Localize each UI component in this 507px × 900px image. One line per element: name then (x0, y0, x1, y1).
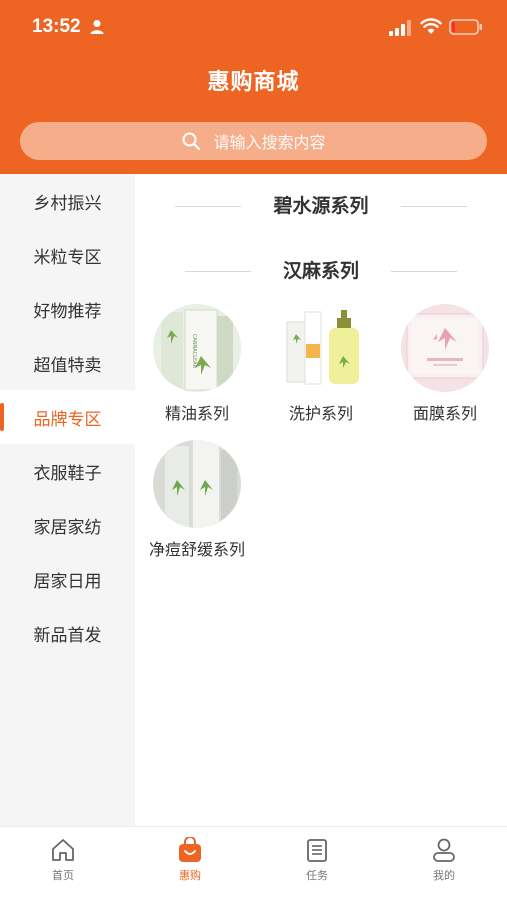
tab-home[interactable]: 首页 (0, 827, 126, 900)
sidebar-item-label: 居家日用 (33, 571, 102, 592)
product-item-essential-oil[interactable]: CANNACLEAR 精油系列 (137, 304, 257, 434)
product-item-face-mask[interactable]: 面膜系列 (385, 304, 505, 434)
sidebar-item-home-textiles[interactable]: 家居家纺 (0, 498, 135, 552)
product-item-wash-care[interactable]: 洗护系列 (261, 304, 381, 434)
svg-text:CANNACLEAR: CANNACLEAR (191, 334, 197, 369)
product-image (277, 304, 365, 392)
tab-tasks[interactable]: 任务 (254, 827, 380, 900)
section-header: 汉麻系列 (135, 256, 507, 286)
search-input[interactable]: 请输入搜索内容 (20, 122, 487, 160)
product-label: 精油系列 (164, 404, 229, 423)
category-sidebar: 乡村振兴 米粒专区 好物推荐 超值特卖 品牌专区 衣服鞋子 家居家纺 居家日用 … (0, 174, 135, 826)
tab-label: 惠购 (179, 869, 201, 882)
tab-mine[interactable]: 我的 (381, 827, 507, 900)
clipboard-icon (307, 839, 327, 862)
product-image: CANNACLEAR (153, 304, 241, 392)
status-bar: 13:52 (0, 0, 507, 56)
active-indicator (0, 403, 4, 431)
product-label: 净痘舒缓系列 (148, 540, 245, 559)
status-time: 13:52 (32, 16, 81, 37)
home-icon (52, 839, 74, 861)
battery-icon (449, 19, 482, 35)
signal-icon (389, 20, 411, 36)
sidebar-item-label: 品牌专区 (33, 409, 102, 430)
sidebar-item-special-offers[interactable]: 超值特卖 (0, 336, 135, 390)
sidebar-item-rice-zone[interactable]: 米粒专区 (0, 228, 135, 282)
tab-label: 首页 (52, 869, 74, 882)
sidebar-item-new-arrivals[interactable]: 新品首发 (0, 606, 135, 660)
sidebar-item-daily-use[interactable]: 居家日用 (0, 552, 135, 606)
sidebar-item-label: 好物推荐 (33, 301, 102, 322)
sidebar-item-label: 乡村振兴 (33, 193, 102, 214)
sidebar-item-rural-revitalization[interactable]: 乡村振兴 (0, 174, 135, 228)
sidebar-item-clothes-shoes[interactable]: 衣服鞋子 (0, 444, 135, 498)
tab-label: 任务 (306, 869, 328, 882)
bottom-tab-bar: 首页 惠购 任务 我的 (0, 826, 507, 900)
sidebar-item-label: 米粒专区 (33, 247, 102, 268)
sidebar-item-label: 家居家纺 (33, 517, 102, 538)
divider (391, 271, 457, 272)
sidebar-item-recommended[interactable]: 好物推荐 (0, 282, 135, 336)
product-item-acne-soothing[interactable]: 净痘舒缓系列 (137, 440, 257, 570)
shopping-bag-icon (179, 837, 201, 862)
product-label: 面膜系列 (412, 404, 477, 423)
sidebar-item-label: 超值特卖 (33, 355, 102, 376)
search-icon (182, 132, 201, 151)
page-title: 惠购商城 (207, 70, 300, 95)
wifi-icon (420, 18, 442, 34)
sidebar-item-brand-zone[interactable]: 品牌专区 (0, 390, 135, 444)
sidebar-item-label: 衣服鞋子 (33, 463, 102, 484)
product-image (401, 304, 489, 392)
tab-label: 我的 (433, 869, 455, 882)
user-icon (433, 838, 455, 862)
divider (401, 206, 467, 207)
product-label: 洗护系列 (288, 404, 353, 423)
header: 13:52 惠购商城 请输入搜索内容 (0, 0, 507, 174)
tab-huigou[interactable]: 惠购 (127, 827, 253, 900)
sidebar-item-label: 新品首发 (33, 625, 102, 646)
product-image (153, 440, 241, 528)
person-icon (90, 20, 104, 34)
brand-content: 碧水源系列 汉麻系列 CANNACLEAR 精油系列 洗护系列 面膜系列 净痘舒… (135, 174, 507, 826)
section-header: 碧水源系列 (135, 191, 507, 221)
search-placeholder: 请输入搜索内容 (213, 133, 326, 152)
